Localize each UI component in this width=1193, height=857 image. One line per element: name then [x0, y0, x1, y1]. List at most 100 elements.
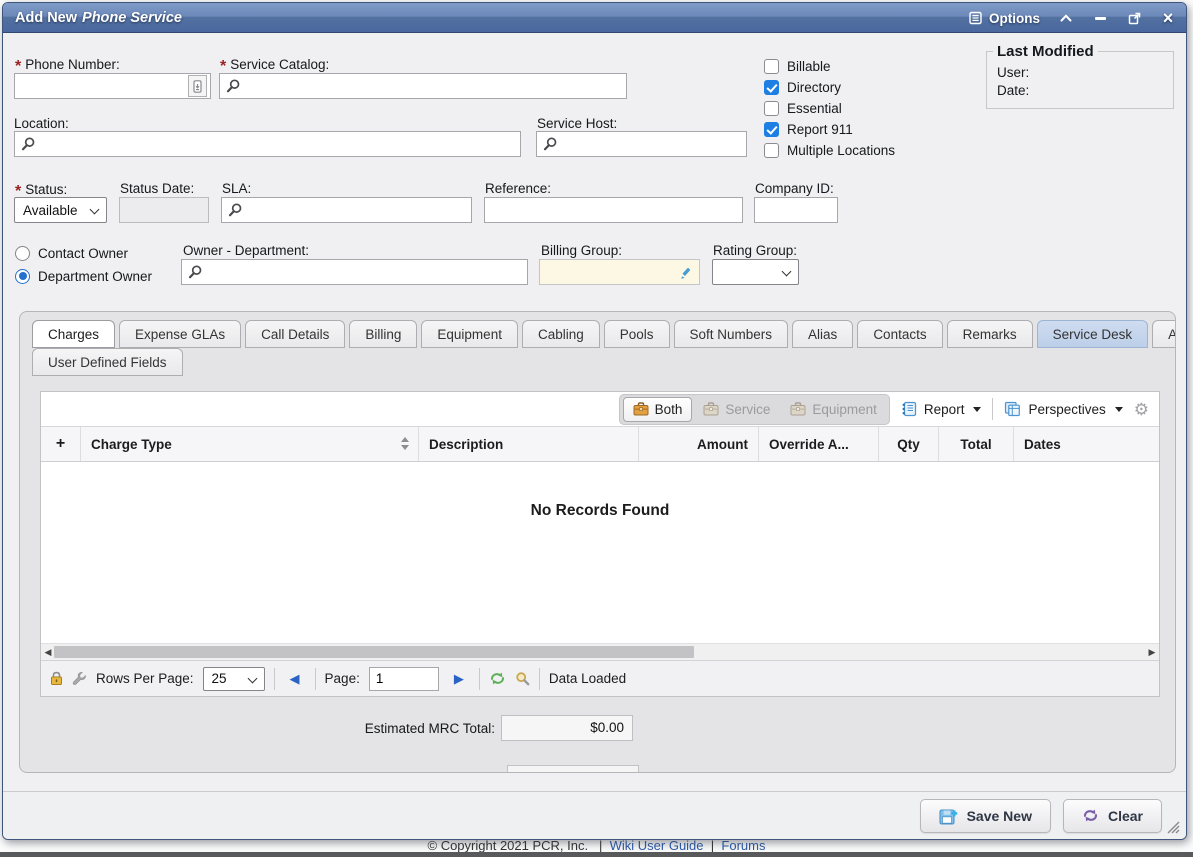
save-new-button[interactable]: Save New — [920, 799, 1051, 833]
options-icon — [969, 11, 983, 25]
tab[interactable]: Soft Numbers — [674, 320, 789, 348]
no-records-message: No Records Found — [41, 462, 1159, 520]
checkbox-option[interactable]: Multiple Locations — [764, 140, 895, 161]
checkbox[interactable] — [764, 143, 779, 158]
tab[interactable]: Expense GLAs — [119, 320, 241, 348]
gear-icon[interactable]: ⚙ — [1134, 401, 1149, 418]
minimize-icon[interactable] — [1092, 10, 1108, 26]
refresh-icon[interactable] — [489, 671, 506, 686]
page-bottom-band — [0, 852, 1193, 857]
options-label: Options — [989, 11, 1040, 26]
owner-department-input[interactable] — [181, 259, 528, 285]
location-input[interactable] — [14, 131, 521, 157]
tab[interactable]: Contacts — [857, 320, 942, 348]
checkbox-option[interactable]: Directory — [764, 77, 895, 98]
tab[interactable]: Remarks — [947, 320, 1033, 348]
grid-toolbar: Both Service Equipment Report — [41, 392, 1159, 426]
checkbox-option[interactable]: Essential — [764, 98, 895, 119]
filter-both-button[interactable]: Both — [623, 397, 693, 422]
options-button[interactable]: Options — [969, 11, 1040, 26]
column-header[interactable]: Override A... — [759, 427, 879, 461]
tab[interactable]: Service Desk — [1037, 320, 1149, 348]
filter-service-button[interactable]: Service — [694, 397, 779, 422]
checkbox[interactable] — [764, 59, 779, 74]
filter-equipment-button[interactable]: Equipment — [781, 397, 886, 422]
radio-option[interactable]: Department Owner — [15, 266, 180, 286]
tab[interactable]: Call Details — [245, 320, 345, 348]
column-header[interactable]: Description — [419, 427, 639, 461]
status-date-label: Status Date: — [120, 181, 194, 196]
perspectives-label: Perspectives — [1028, 402, 1105, 417]
scrollbar-thumb[interactable] — [54, 646, 694, 658]
column-label: Override A... — [769, 437, 849, 452]
save-new-icon — [939, 807, 958, 825]
lock-icon[interactable] — [50, 671, 63, 686]
checkbox-option[interactable]: Billable — [764, 56, 895, 77]
close-icon[interactable]: × — [1160, 10, 1176, 26]
collapse-icon[interactable] — [1058, 10, 1074, 26]
page: © Copyright 2021 PCR, Inc. | Wiki User G… — [0, 0, 1193, 857]
popout-icon[interactable] — [1126, 10, 1142, 26]
checkbox[interactable] — [764, 122, 779, 137]
radio-button[interactable] — [15, 269, 30, 284]
radio-option[interactable]: Contact Owner — [15, 243, 180, 263]
dialog-titlebar[interactable]: Add NewPhone Service Options — [3, 3, 1186, 33]
column-header[interactable]: Total — [939, 427, 1014, 461]
horizontal-scrollbar[interactable]: ◀ ▶ — [41, 643, 1159, 660]
tab-strip-row2: User Defined Fields — [32, 348, 1175, 376]
report-button[interactable]: Report — [899, 401, 984, 417]
column-header[interactable]: Qty — [879, 427, 939, 461]
service-catalog-input[interactable] — [219, 73, 627, 99]
phone-number-input[interactable] — [14, 73, 211, 99]
detail-tab-panel: ChargesExpense GLAsCall DetailsBillingEq… — [19, 311, 1176, 773]
checkbox-option[interactable]: Report 911 — [764, 119, 895, 140]
column-header[interactable]: + — [41, 427, 81, 461]
dialog-title-entity: Phone Service — [82, 10, 182, 26]
wrench-icon[interactable] — [72, 671, 87, 686]
tab[interactable]: User Defined Fields — [32, 348, 183, 376]
company-id-input[interactable] — [754, 197, 838, 223]
checkbox-label: Essential — [787, 101, 842, 116]
tab[interactable]: Pools — [604, 320, 670, 348]
scroll-left-icon[interactable]: ◀ — [42, 646, 54, 658]
service-host-input[interactable] — [536, 131, 747, 157]
tab[interactable]: Equipment — [421, 320, 518, 348]
sort-icon[interactable] — [401, 437, 409, 450]
checkbox[interactable] — [764, 101, 779, 116]
phone-directory-icon[interactable] — [188, 75, 207, 97]
reference-input[interactable] — [484, 197, 743, 223]
next-page-icon[interactable]: ▶ — [448, 671, 470, 687]
clear-button[interactable]: Clear — [1063, 799, 1162, 833]
search-grid-icon[interactable] — [515, 671, 530, 686]
owner-radio-group: Contact Owner Department Owner — [15, 243, 180, 291]
column-header[interactable]: Charge Type — [81, 427, 419, 461]
wiki-user-guide-link[interactable]: Wiki User Guide — [610, 838, 704, 853]
tab[interactable]: Charges — [32, 320, 115, 348]
column-header[interactable]: Amount — [639, 427, 759, 461]
billing-group-input[interactable] — [539, 259, 700, 285]
perspectives-button[interactable]: Perspectives — [1002, 401, 1124, 417]
resize-grip[interactable] — [1164, 818, 1180, 834]
tab[interactable]: Billing — [349, 320, 417, 348]
tab[interactable]: Attachments — [1152, 320, 1176, 348]
status-date-input — [119, 197, 209, 223]
rows-per-page-select[interactable]: 25 — [203, 667, 265, 691]
rating-group-label: Rating Group: — [713, 243, 797, 258]
page-input[interactable] — [369, 667, 439, 691]
tab[interactable]: Alias — [792, 320, 853, 348]
status-select[interactable]: Available — [14, 197, 107, 223]
billing-group-label: Billing Group: — [541, 243, 622, 258]
clear-icon — [1082, 808, 1099, 823]
prev-page-icon[interactable]: ◀ — [284, 671, 306, 687]
forums-link[interactable]: Forums — [721, 838, 765, 853]
chevron-down-icon — [90, 205, 100, 215]
radio-button[interactable] — [15, 246, 30, 261]
tab[interactable]: Cabling — [522, 320, 600, 348]
scroll-right-icon[interactable]: ▶ — [1146, 646, 1158, 658]
checkbox[interactable] — [764, 80, 779, 95]
add-new-phone-service-dialog: Add NewPhone Service Options — [2, 2, 1187, 840]
sla-input[interactable] — [221, 197, 472, 223]
rating-group-select[interactable] — [712, 259, 799, 285]
checkbox-label: Report 911 — [787, 122, 853, 137]
column-header[interactable]: Dates — [1014, 427, 1159, 461]
